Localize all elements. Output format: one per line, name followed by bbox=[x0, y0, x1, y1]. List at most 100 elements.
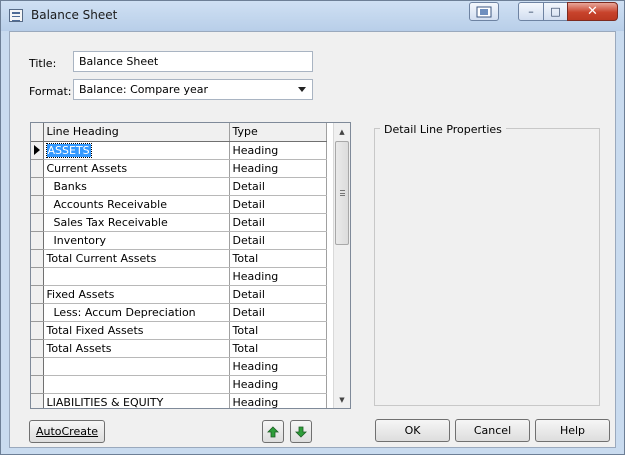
dialog-window: Balance Sheet – □ ✕ Title: Balance Sheet… bbox=[0, 0, 625, 455]
row-selector[interactable] bbox=[31, 213, 44, 232]
help-label: Help bbox=[559, 424, 586, 437]
cell-line-heading-text: Banks bbox=[46, 179, 87, 193]
table-row[interactable]: Total Fixed Assets Total bbox=[31, 321, 327, 340]
cell-type[interactable]: Heading bbox=[229, 141, 327, 160]
cell-type[interactable]: Heading bbox=[229, 375, 327, 394]
format-label: Format: bbox=[29, 85, 72, 98]
cell-type[interactable]: Total bbox=[229, 249, 327, 268]
maximize-icon: □ bbox=[550, 5, 561, 18]
title-bar: Balance Sheet – □ ✕ bbox=[1, 1, 624, 30]
help-button[interactable]: Help bbox=[535, 419, 610, 442]
close-icon: ✕ bbox=[587, 4, 598, 19]
table-row[interactable]: LIABILITIES & EQUITY Heading bbox=[31, 393, 327, 409]
row-selector[interactable] bbox=[31, 249, 44, 268]
column-header-type[interactable]: Type bbox=[229, 123, 327, 142]
cell-type[interactable]: Detail bbox=[229, 213, 327, 232]
cell-line-heading[interactable]: Inventory bbox=[43, 231, 230, 250]
row-selector[interactable] bbox=[31, 339, 44, 358]
grid-vertical-scrollbar[interactable]: ▲ ▼ bbox=[333, 123, 350, 408]
row-selector[interactable] bbox=[31, 393, 44, 408]
cell-line-heading-text: Accounts Receivable bbox=[46, 197, 167, 211]
table-row[interactable]: Less: Accum Depreciation Detail bbox=[31, 303, 327, 322]
scroll-thumb[interactable] bbox=[335, 141, 349, 245]
cell-type[interactable]: Detail bbox=[229, 303, 327, 322]
app-icon bbox=[9, 9, 23, 22]
minimize-button[interactable]: – bbox=[518, 2, 544, 21]
grip-icon bbox=[340, 190, 345, 196]
row-selector[interactable] bbox=[31, 141, 44, 160]
cell-line-heading-text: Total Current Assets bbox=[46, 251, 157, 265]
column-header-line-heading[interactable]: Line Heading bbox=[43, 123, 230, 142]
cell-line-heading[interactable]: Banks bbox=[43, 177, 230, 196]
cell-line-heading[interactable]: Total Fixed Assets bbox=[43, 321, 230, 340]
cell-type[interactable]: Detail bbox=[229, 195, 327, 214]
cell-line-heading[interactable]: Accounts Receivable bbox=[43, 195, 230, 214]
minimize-icon: – bbox=[528, 5, 534, 18]
ok-button[interactable]: OK bbox=[375, 419, 450, 442]
cell-type[interactable]: Heading bbox=[229, 393, 327, 408]
table-row[interactable]: Total Assets Total bbox=[31, 339, 327, 358]
cell-line-heading[interactable]: Less: Accum Depreciation bbox=[43, 303, 230, 322]
title-input[interactable]: Balance Sheet bbox=[73, 51, 313, 72]
table-row[interactable]: Heading bbox=[31, 357, 327, 376]
cell-line-heading[interactable]: Current Assets bbox=[43, 159, 230, 178]
row-selector[interactable] bbox=[31, 231, 44, 250]
table-row[interactable]: Sales Tax Receivable Detail bbox=[31, 213, 327, 232]
table-row[interactable]: Total Current Assets Total bbox=[31, 249, 327, 268]
format-select[interactable]: Balance: Compare year bbox=[73, 79, 313, 100]
cell-type[interactable]: Detail bbox=[229, 177, 327, 196]
cell-line-heading-text: LIABILITIES & EQUITY bbox=[46, 395, 164, 409]
row-selector[interactable] bbox=[31, 357, 44, 376]
line-grid-table: Line Heading Type ASSETS Heading Current A… bbox=[31, 123, 327, 409]
close-button[interactable]: ✕ bbox=[567, 2, 618, 21]
row-selector[interactable] bbox=[31, 177, 44, 196]
chevron-down-icon bbox=[298, 87, 306, 92]
cell-type[interactable]: Total bbox=[229, 321, 327, 340]
table-row[interactable]: Heading bbox=[31, 375, 327, 394]
maximize-button[interactable]: □ bbox=[543, 2, 568, 21]
cell-type[interactable]: Heading bbox=[229, 357, 327, 376]
cell-type[interactable]: Heading bbox=[229, 159, 327, 178]
cell-line-heading[interactable]: ASSETS bbox=[43, 141, 230, 160]
table-row[interactable]: Banks Detail bbox=[31, 177, 327, 196]
cell-line-heading[interactable]: Total Current Assets bbox=[43, 249, 230, 268]
table-row[interactable]: ASSETS Heading bbox=[31, 141, 327, 160]
move-down-button[interactable] bbox=[290, 420, 312, 443]
row-selector[interactable] bbox=[31, 285, 44, 304]
cell-type[interactable]: Detail bbox=[229, 285, 327, 304]
cancel-button[interactable]: Cancel bbox=[455, 419, 530, 442]
row-selector[interactable] bbox=[31, 321, 44, 340]
cell-line-heading[interactable] bbox=[43, 267, 230, 286]
row-selector[interactable] bbox=[31, 267, 44, 286]
cell-line-heading[interactable] bbox=[43, 357, 230, 376]
cell-line-heading-text: Inventory bbox=[46, 233, 107, 247]
help-icon bbox=[476, 6, 492, 17]
row-selector[interactable] bbox=[31, 303, 44, 322]
table-row[interactable]: Inventory Detail bbox=[31, 231, 327, 250]
autocreate-button[interactable]: AutoCreate bbox=[29, 420, 105, 443]
cell-type[interactable]: Heading bbox=[229, 267, 327, 286]
cell-line-heading[interactable] bbox=[43, 375, 230, 394]
arrow-up-icon bbox=[267, 425, 279, 437]
row-selector[interactable] bbox=[31, 159, 44, 178]
cell-line-heading[interactable]: LIABILITIES & EQUITY bbox=[43, 393, 230, 409]
window-help-button[interactable] bbox=[469, 2, 499, 21]
cell-line-heading[interactable]: Sales Tax Receivable bbox=[43, 213, 230, 232]
cell-type[interactable]: Total bbox=[229, 339, 327, 358]
grid-corner bbox=[31, 123, 44, 142]
cell-line-heading[interactable]: Fixed Assets bbox=[43, 285, 230, 304]
row-selector[interactable] bbox=[31, 375, 44, 394]
table-row[interactable]: Current Assets Heading bbox=[31, 159, 327, 178]
arrow-down-icon bbox=[295, 426, 307, 438]
scroll-up-icon[interactable]: ▲ bbox=[334, 123, 350, 140]
table-row[interactable]: Fixed Assets Detail bbox=[31, 285, 327, 304]
cell-type[interactable]: Detail bbox=[229, 231, 327, 250]
table-row[interactable]: Heading bbox=[31, 267, 327, 286]
table-row[interactable]: Accounts Receivable Detail bbox=[31, 195, 327, 214]
row-selector[interactable] bbox=[31, 195, 44, 214]
move-up-button[interactable] bbox=[262, 420, 284, 443]
line-grid[interactable]: Line Heading Type ASSETS Heading Current A… bbox=[30, 122, 351, 409]
scroll-down-icon[interactable]: ▼ bbox=[334, 391, 350, 408]
cell-line-heading-text: Total Fixed Assets bbox=[46, 323, 144, 337]
cell-line-heading[interactable]: Total Assets bbox=[43, 339, 230, 358]
